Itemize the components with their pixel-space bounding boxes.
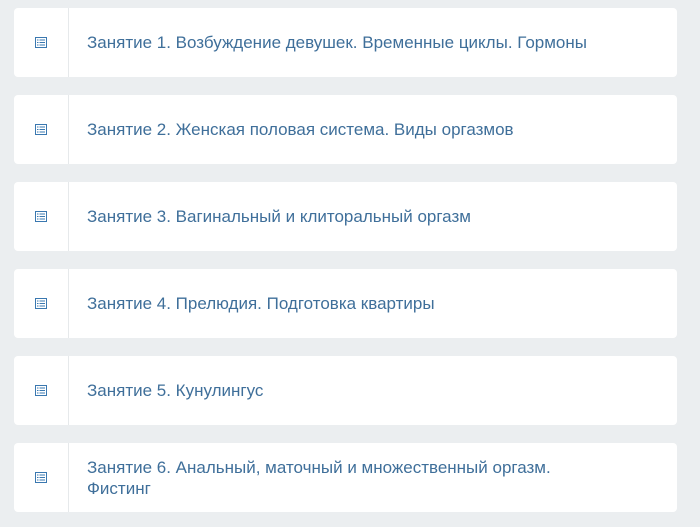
- lesson-item-6[interactable]: Занятие 6. Анальный, маточный и множеств…: [14, 443, 677, 512]
- lesson-item-5[interactable]: Занятие 5. Кунулингус: [14, 356, 677, 425]
- lesson-title-link[interactable]: Занятие 5. Кунулингус: [69, 356, 677, 425]
- document-list-icon: [35, 298, 47, 309]
- lesson-icon-cell: [14, 8, 69, 77]
- lesson-title-link[interactable]: Занятие 1. Возбуждение девушек. Временны…: [69, 8, 677, 77]
- lesson-list: Занятие 1. Возбуждение девушек. Временны…: [14, 8, 677, 512]
- lesson-title-link[interactable]: Занятие 2. Женская половая система. Виды…: [69, 95, 677, 164]
- document-list-icon: [35, 37, 47, 48]
- document-list-icon: [35, 472, 47, 483]
- lesson-item-1[interactable]: Занятие 1. Возбуждение девушек. Временны…: [14, 8, 677, 77]
- document-list-icon: [35, 211, 47, 222]
- lesson-title-link[interactable]: Занятие 3. Вагинальный и клиторальный ор…: [69, 182, 677, 251]
- lesson-icon-cell: [14, 95, 69, 164]
- lesson-title-link[interactable]: Занятие 4. Прелюдия. Подготовка квартиры: [69, 269, 677, 338]
- lesson-icon-cell: [14, 269, 69, 338]
- document-list-icon: [35, 385, 47, 396]
- lesson-item-3[interactable]: Занятие 3. Вагинальный и клиторальный ор…: [14, 182, 677, 251]
- lesson-icon-cell: [14, 182, 69, 251]
- lesson-title-link[interactable]: Занятие 6. Анальный, маточный и множеств…: [69, 443, 677, 512]
- lesson-icon-cell: [14, 356, 69, 425]
- lesson-icon-cell: [14, 443, 69, 512]
- lesson-item-4[interactable]: Занятие 4. Прелюдия. Подготовка квартиры: [14, 269, 677, 338]
- document-list-icon: [35, 124, 47, 135]
- lesson-item-2[interactable]: Занятие 2. Женская половая система. Виды…: [14, 95, 677, 164]
